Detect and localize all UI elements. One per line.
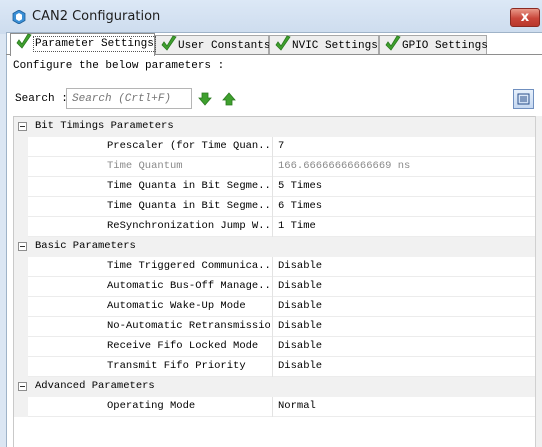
search-input[interactable] bbox=[66, 88, 192, 109]
column-divider bbox=[272, 397, 273, 417]
parameter-row[interactable]: ReSynchronization Jump W... 1 Time bbox=[14, 217, 536, 237]
group-label: Bit Timings Parameters bbox=[35, 120, 174, 132]
row-gutter bbox=[14, 357, 28, 377]
parameter-value[interactable]: Disable bbox=[278, 340, 322, 352]
row-gutter bbox=[14, 197, 28, 217]
row-gutter bbox=[14, 297, 28, 317]
green-check-icon bbox=[14, 32, 34, 52]
instructions-text: Configure the below parameters : bbox=[13, 60, 225, 72]
group-label: Basic Parameters bbox=[35, 240, 136, 252]
parameter-value: 166.66666666666669 ns bbox=[278, 160, 411, 172]
collapse-icon[interactable] bbox=[18, 122, 27, 131]
parameter-value[interactable]: Normal bbox=[278, 400, 316, 412]
green-down-arrow-icon[interactable] bbox=[198, 92, 212, 106]
group-header[interactable]: Bit Timings Parameters bbox=[14, 117, 536, 137]
parameter-value[interactable]: 5 Times bbox=[278, 180, 322, 192]
parameter-value[interactable]: Disable bbox=[278, 300, 322, 312]
parameter-value[interactable]: Disable bbox=[278, 320, 322, 332]
column-divider bbox=[272, 257, 273, 277]
parameter-row[interactable]: Time Triggered Communica... Disable bbox=[14, 257, 536, 277]
row-gutter bbox=[14, 257, 28, 277]
column-divider bbox=[272, 317, 273, 337]
search-label: Search : bbox=[15, 93, 68, 105]
collapse-icon[interactable] bbox=[18, 242, 27, 251]
green-check-icon bbox=[273, 34, 293, 54]
column-divider bbox=[272, 197, 273, 217]
parameter-name: Prescaler (for Time Quan... bbox=[107, 140, 270, 152]
parameter-row[interactable]: Receive Fifo Locked Mode Disable bbox=[14, 337, 536, 357]
parameter-row[interactable]: Time Quanta in Bit Segme... 5 Times bbox=[14, 177, 536, 197]
row-gutter bbox=[14, 157, 28, 177]
chip-icon bbox=[12, 10, 26, 24]
row-gutter bbox=[14, 217, 28, 237]
parameter-value[interactable]: 6 Times bbox=[278, 200, 322, 212]
parameter-name: Receive Fifo Locked Mode bbox=[107, 340, 259, 352]
tab-label: NVIC Settings bbox=[292, 40, 378, 52]
parameter-grid: Bit Timings Parameters Prescaler (for Tim… bbox=[13, 116, 536, 447]
parameter-value[interactable]: 1 Time bbox=[278, 220, 316, 232]
parameter-row[interactable]: Time Quanta in Bit Segme... 6 Times bbox=[14, 197, 536, 217]
column-divider bbox=[272, 137, 273, 157]
parameter-row[interactable]: No-Automatic Retransmission Disable bbox=[14, 317, 536, 337]
tab-user-constants[interactable]: User Constants bbox=[155, 34, 271, 55]
column-divider bbox=[272, 217, 273, 237]
collapse-icon[interactable] bbox=[18, 382, 27, 391]
window-title: CAN2 Configuration bbox=[32, 9, 161, 24]
column-divider bbox=[272, 157, 273, 177]
green-check-icon bbox=[159, 34, 179, 54]
row-gutter bbox=[14, 137, 28, 157]
parameter-name: Automatic Wake-Up Mode bbox=[107, 300, 246, 312]
row-gutter bbox=[14, 337, 28, 357]
tab-gpio-settings[interactable]: GPIO Settings bbox=[379, 34, 488, 55]
group-label: Advanced Parameters bbox=[35, 380, 155, 392]
parameter-row[interactable]: Automatic Wake-Up Mode Disable bbox=[14, 297, 536, 317]
column-divider bbox=[272, 337, 273, 357]
tab-parameter-settings[interactable]: Parameter Settings bbox=[10, 32, 156, 56]
parameter-value[interactable]: Disable bbox=[278, 360, 322, 372]
parameter-row[interactable]: Transmit Fifo Priority Disable bbox=[14, 357, 536, 377]
parameter-value[interactable]: Disable bbox=[278, 260, 322, 272]
row-gutter bbox=[14, 317, 28, 337]
column-divider bbox=[272, 297, 273, 317]
close-button[interactable]: x bbox=[510, 8, 540, 27]
parameter-row[interactable]: Operating Mode Normal bbox=[14, 397, 536, 417]
tab-nvic-settings[interactable]: NVIC Settings bbox=[269, 35, 379, 55]
column-divider bbox=[272, 277, 273, 297]
parameter-row: Time Quantum 166.66666666666669 ns bbox=[14, 157, 536, 177]
parameter-name: Operating Mode bbox=[107, 400, 196, 412]
list-view-icon bbox=[517, 93, 530, 105]
parameter-value[interactable]: 7 bbox=[278, 140, 284, 152]
row-gutter bbox=[14, 177, 28, 197]
tab-label: Parameter Settings bbox=[33, 36, 156, 52]
tab-label: User Constants bbox=[178, 40, 271, 52]
tab-label: GPIO Settings bbox=[402, 40, 488, 52]
parameter-name: Time Quanta in Bit Segme... bbox=[107, 200, 270, 212]
group-header[interactable]: Advanced Parameters bbox=[14, 377, 536, 397]
row-gutter bbox=[14, 397, 28, 417]
parameter-row[interactable]: Automatic Bus-Off Manage... Disable bbox=[14, 277, 536, 297]
green-check-icon bbox=[383, 34, 403, 54]
parameter-row[interactable]: Prescaler (for Time Quan... 7 bbox=[14, 137, 536, 157]
parameter-name: Transmit Fifo Priority bbox=[107, 360, 246, 372]
parameter-name: Automatic Bus-Off Manage... bbox=[107, 280, 270, 292]
parameter-value[interactable]: Disable bbox=[278, 280, 322, 292]
parameter-name: Time Quanta in Bit Segme... bbox=[107, 180, 270, 192]
vertical-scrollbar[interactable] bbox=[535, 116, 542, 447]
list-view-button[interactable] bbox=[513, 89, 534, 109]
group-header[interactable]: Basic Parameters bbox=[14, 237, 536, 257]
parameter-name: Time Quantum bbox=[107, 160, 183, 172]
parameter-name: ReSynchronization Jump W... bbox=[107, 220, 270, 232]
title-bar: CAN2 Configuration x bbox=[0, 0, 542, 34]
column-divider bbox=[272, 177, 273, 197]
parameter-name: No-Automatic Retransmission bbox=[107, 320, 270, 332]
column-divider bbox=[272, 357, 273, 377]
green-up-arrow-icon[interactable] bbox=[222, 92, 236, 106]
row-gutter bbox=[14, 277, 28, 297]
parameter-name: Time Triggered Communica... bbox=[107, 260, 270, 272]
